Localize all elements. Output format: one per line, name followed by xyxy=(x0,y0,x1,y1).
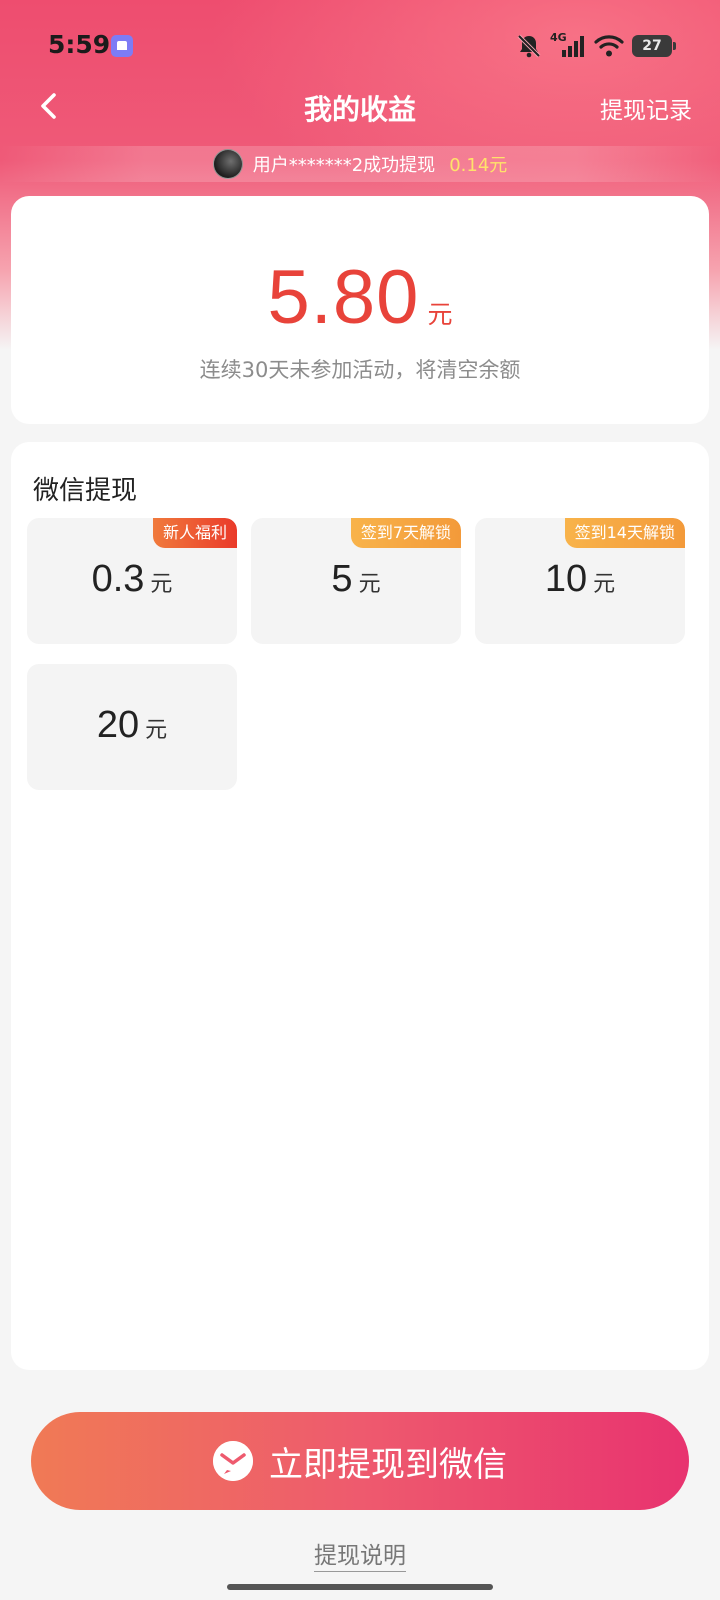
withdraw-option-10[interactable]: 签到14天解锁 10 元 xyxy=(475,518,685,644)
withdraw-history-link[interactable]: 提现记录 xyxy=(600,91,692,125)
cta-label: 立即提现到微信 xyxy=(269,1444,507,1485)
balance-value: 5.80 xyxy=(267,255,420,340)
balance-card: 5.80 元 连续30天未参加活动，将清空余额 xyxy=(11,196,709,424)
status-icons: 4G 27 xyxy=(516,31,676,60)
wifi-icon xyxy=(594,34,624,58)
nav-bar: 我的收益 提现记录 xyxy=(0,78,720,134)
battery-icon: 27 xyxy=(632,35,676,57)
option-amount: 10 元 xyxy=(475,558,685,601)
wechat-icon xyxy=(213,1441,253,1481)
withdraw-to-wechat-button[interactable]: 立即提现到微信 xyxy=(31,1412,689,1510)
withdraw-notice-marquee: 用户*******2成功提现 0.14元 xyxy=(0,146,720,182)
option-amount-unit: 元 xyxy=(593,572,616,597)
option-amount: 20 元 xyxy=(27,704,237,747)
option-amount-value: 0.3 xyxy=(91,558,145,600)
option-amount: 0.3 元 xyxy=(27,558,237,601)
option-amount-value: 10 xyxy=(544,558,588,600)
balance-unit: 元 xyxy=(427,300,453,329)
wechat-withdraw-panel: 微信提现 新人福利 0.3 元 签到7天解锁 5元 签到14天解锁 10 元 20 元 xyxy=(11,442,709,1370)
withdraw-option-20[interactable]: 20 元 xyxy=(27,664,237,790)
withdraw-option-5[interactable]: 签到7天解锁 5元 xyxy=(251,518,461,644)
option-tag: 签到7天解锁 xyxy=(350,518,461,548)
bell-muted-icon xyxy=(516,33,542,59)
app-notification-icon xyxy=(111,35,133,57)
option-tag: 新人福利 xyxy=(152,518,237,548)
cellular-signal-icon: 4G xyxy=(550,31,586,59)
balance-expiry-note: 连续30天未参加活动，将清空余额 xyxy=(199,358,521,382)
notice-amount: 0.14元 xyxy=(449,155,508,176)
balance-display: 5.80 元 xyxy=(11,254,709,341)
option-amount-value: 5 xyxy=(331,558,353,600)
notice-text: 用户*******2成功提现 xyxy=(252,155,436,176)
screen: 5:59 4G 27 我的收益 提现记录 用户*******2成功提现 0.14… xyxy=(0,0,720,1600)
status-time: 5:59 xyxy=(48,30,111,59)
home-indicator[interactable] xyxy=(227,1584,493,1590)
option-amount-unit: 元 xyxy=(145,718,168,743)
option-amount-unit: 元 xyxy=(150,572,173,597)
section-title: 微信提现 xyxy=(33,476,138,506)
option-amount-unit: 元 xyxy=(358,572,381,597)
withdraw-option-0-3[interactable]: 新人福利 0.3 元 xyxy=(27,518,237,644)
help-label[interactable]: 提现说明 xyxy=(314,1543,406,1572)
withdraw-instructions-link[interactable]: 提现说明 xyxy=(0,1536,720,1572)
avatar xyxy=(212,149,243,179)
option-amount-value: 20 xyxy=(96,704,140,746)
option-tag: 签到14天解锁 xyxy=(564,518,685,548)
option-amount: 5元 xyxy=(251,558,461,601)
